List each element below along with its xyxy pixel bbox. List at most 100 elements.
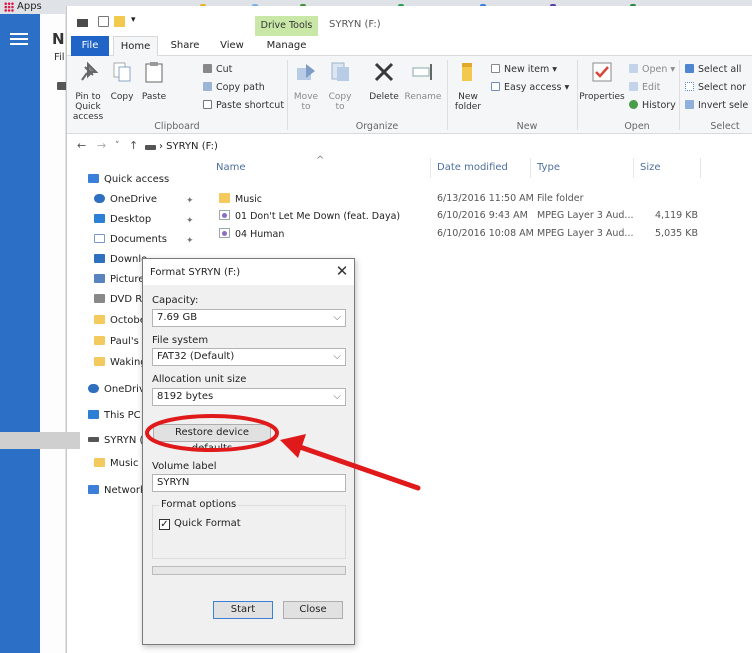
- nav-dvd-drive[interactable]: DVD R\: [94, 292, 146, 308]
- column-divider[interactable]: [530, 158, 531, 178]
- history-button[interactable]: History: [629, 100, 676, 111]
- select-none-button[interactable]: Select nor: [685, 82, 746, 93]
- select-all-label: Select all: [698, 64, 742, 75]
- copy-to-button[interactable]: Copy to: [325, 56, 355, 116]
- select-none-icon: [685, 82, 694, 91]
- nav-network[interactable]: Network: [88, 483, 146, 499]
- close-button[interactable]: Close: [283, 601, 343, 619]
- format-options-label: Format options: [159, 499, 239, 510]
- capacity-select[interactable]: 7.69 GB ⌵: [152, 309, 346, 327]
- capacity-label: Capacity:: [152, 295, 199, 306]
- address-bar: ← → ˅ ↑ › SYRYN (F:): [67, 136, 752, 158]
- nav-label: SYRYN (: [104, 435, 144, 446]
- nav-desktop[interactable]: Desktop: [94, 212, 151, 228]
- select-all-button[interactable]: Select all: [685, 64, 741, 75]
- pin-to-quick-access-button[interactable]: Pin to Quick access: [71, 56, 105, 122]
- column-header-date[interactable]: Date modified: [437, 162, 508, 173]
- new-folder-icon: [462, 63, 472, 81]
- quick-format-checkbox[interactable]: ✓: [159, 519, 170, 530]
- open-label: Open: [642, 64, 668, 75]
- delete-button[interactable]: Delete: [367, 56, 401, 116]
- nav-waking-folder[interactable]: Waking: [94, 355, 147, 371]
- quick-access-toolbar-dropdown[interactable]: ▾: [131, 15, 136, 25]
- nav-music-folder[interactable]: Music: [94, 456, 138, 472]
- volume-label-input[interactable]: SYRYN: [152, 474, 346, 492]
- invert-selection-button[interactable]: Invert sele: [685, 100, 748, 111]
- background-app-panel: [40, 14, 66, 653]
- column-divider[interactable]: [430, 158, 431, 178]
- column-divider[interactable]: [633, 158, 634, 178]
- easy-access-button[interactable]: Easy access ▾: [491, 82, 569, 93]
- pictures-icon: [94, 274, 105, 283]
- nav-label: Paul's: [110, 336, 139, 347]
- up-arrow-icon[interactable]: ↑: [129, 139, 138, 152]
- copy-button[interactable]: Copy: [107, 56, 137, 116]
- tab-manage[interactable]: Manage: [255, 36, 318, 56]
- nav-label: Desktop: [110, 214, 152, 225]
- easy-access-label: Easy access: [504, 82, 562, 93]
- forward-arrow-icon[interactable]: →: [97, 139, 106, 152]
- paste-shortcut-button[interactable]: Paste shortcut: [203, 100, 284, 111]
- new-item-button[interactable]: New item ▾: [491, 64, 557, 75]
- new-folder-button[interactable]: New folder: [451, 56, 485, 116]
- select-all-icon: [685, 64, 694, 73]
- tab-view[interactable]: View: [213, 36, 251, 56]
- column-header-name[interactable]: Name: [216, 162, 246, 173]
- cut-button[interactable]: Cut: [203, 64, 232, 75]
- file-name-text: 01 Don't Let Me Down (feat. Daya): [235, 211, 401, 222]
- rename-icon: [412, 64, 432, 80]
- edit-label: Edit: [642, 82, 661, 93]
- file-row-name[interactable]: 01 Don't Let Me Down (feat. Daya): [219, 210, 400, 222]
- nav-onedrive[interactable]: OneDriv: [88, 382, 145, 398]
- file-row-name[interactable]: Music: [219, 193, 262, 205]
- paste-button[interactable]: Paste: [139, 56, 169, 116]
- copy-path-button[interactable]: Copy path: [203, 82, 265, 93]
- nav-pictures[interactable]: Picture: [94, 272, 144, 288]
- recent-locations-chevron-icon[interactable]: ˅: [115, 141, 120, 151]
- breadcrumb[interactable]: › SYRYN (F:): [159, 141, 218, 152]
- copy-icon: [113, 62, 131, 82]
- pin-icon: ✦: [186, 196, 194, 206]
- nav-quick-access[interactable]: Quick access: [88, 172, 169, 188]
- scissors-icon: [203, 64, 212, 73]
- cloud-icon: [88, 384, 99, 393]
- start-button[interactable]: Start: [213, 601, 273, 619]
- open-button[interactable]: Open ▾: [629, 64, 675, 75]
- move-to-button[interactable]: Move to: [291, 56, 321, 116]
- file-row-name[interactable]: 04 Human: [219, 228, 284, 240]
- new-folder-quick-icon[interactable]: [114, 16, 125, 27]
- cut-label: Cut: [216, 64, 233, 75]
- rename-button[interactable]: Rename: [403, 56, 443, 116]
- drive-tools-context-label: Drive Tools: [255, 16, 318, 38]
- computer-icon: [88, 410, 99, 419]
- column-divider[interactable]: [700, 158, 701, 178]
- edit-button[interactable]: Edit: [629, 82, 660, 93]
- nav-documents[interactable]: Documents: [94, 232, 167, 248]
- back-arrow-icon[interactable]: ←: [77, 139, 86, 152]
- apps-grid-icon[interactable]: [4, 2, 14, 12]
- paste-label: Paste: [141, 92, 167, 102]
- allocation-unit-value: 8192 bytes: [157, 391, 214, 402]
- tab-file[interactable]: File: [71, 36, 109, 56]
- chevron-down-icon: ⌵: [333, 351, 341, 362]
- nav-selected-highlight: [0, 432, 80, 449]
- restore-device-defaults-button[interactable]: Restore device defaults: [153, 424, 271, 454]
- nav-pauls-folder[interactable]: Paul's: [94, 334, 139, 350]
- nav-october-folder[interactable]: Octobe: [94, 313, 146, 329]
- file-system-select[interactable]: FAT32 (Default) ⌵: [152, 348, 346, 366]
- nav-downloads[interactable]: Downlo: [94, 252, 147, 268]
- properties-button[interactable]: Properties: [579, 56, 625, 116]
- column-header-type[interactable]: Type: [537, 162, 560, 173]
- quick-format-label[interactable]: Quick Format: [174, 518, 241, 529]
- column-header-size[interactable]: Size: [640, 162, 661, 173]
- nav-this-pc[interactable]: This PC: [88, 408, 141, 424]
- nav-syryn-drive[interactable]: SYRYN (: [88, 433, 143, 449]
- properties-quick-icon[interactable]: [98, 16, 109, 27]
- apps-bookmark-label[interactable]: Apps: [17, 1, 42, 12]
- tab-home[interactable]: Home: [113, 36, 158, 56]
- allocation-unit-select[interactable]: 8192 bytes ⌵: [152, 388, 346, 406]
- nav-onedrive-pinned[interactable]: OneDrive: [94, 192, 157, 208]
- tab-share[interactable]: Share: [165, 36, 205, 56]
- close-icon[interactable]: ✕: [333, 262, 351, 280]
- hamburger-menu-icon[interactable]: [10, 33, 28, 47]
